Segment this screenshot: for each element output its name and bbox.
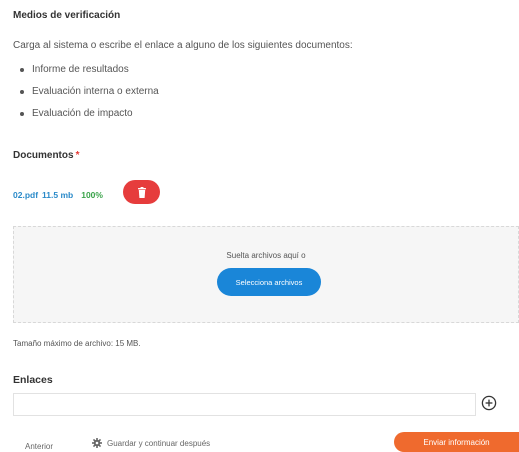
document-types-list: Informe de resultados Evaluación interna…	[20, 64, 159, 130]
save-and-continue-later-link[interactable]: Guardar y continuar después	[92, 438, 210, 448]
list-item: Evaluación interna o externa	[20, 86, 159, 108]
select-files-button[interactable]: Selecciona archivos	[217, 268, 321, 296]
verification-form: Medios de verificación Carga al sistema …	[0, 0, 519, 452]
list-item: Evaluación de impacto	[20, 108, 159, 130]
save-later-label: Guardar y continuar después	[107, 438, 211, 448]
trash-icon	[137, 186, 146, 198]
file-size: 11.5 mb	[42, 190, 74, 200]
delete-file-button[interactable]	[123, 180, 160, 204]
max-file-size-note: Tamaño máximo de archivo: 15 MB.	[13, 339, 141, 348]
bullet-icon	[20, 112, 24, 116]
file-dropzone[interactable]: Suelta archivos aquí o Selecciona archiv…	[13, 226, 519, 323]
links-title: Enlaces	[13, 374, 53, 386]
bullet-icon	[20, 68, 24, 72]
upload-progress: 100%	[81, 190, 103, 200]
intro-text: Carga al sistema o escribe el enlace a a…	[13, 40, 353, 51]
plus-circle-icon[interactable]	[481, 395, 497, 411]
list-item-label: Informe de resultados	[32, 64, 129, 75]
required-mark: *	[75, 150, 80, 161]
dropzone-text: Suelta archivos aquí o	[226, 251, 306, 260]
list-item-label: Evaluación de impacto	[32, 108, 133, 119]
list-item-label: Evaluación interna o externa	[32, 86, 159, 97]
uploaded-file: 02.pdf 11.5 mb 100%	[13, 190, 103, 200]
file-name-link[interactable]: 02.pdf	[13, 190, 38, 200]
gear-icon	[92, 438, 102, 448]
send-information-button[interactable]: Enviar información	[394, 432, 519, 452]
documents-label-text: Documentos	[13, 150, 74, 161]
bullet-icon	[20, 90, 24, 94]
link-input[interactable]	[13, 393, 476, 416]
previous-button[interactable]: Anterior	[25, 442, 53, 451]
documents-label: Documentos *	[13, 150, 79, 161]
list-item: Informe de resultados	[20, 64, 159, 86]
section-title: Medios de verificación	[13, 10, 121, 21]
